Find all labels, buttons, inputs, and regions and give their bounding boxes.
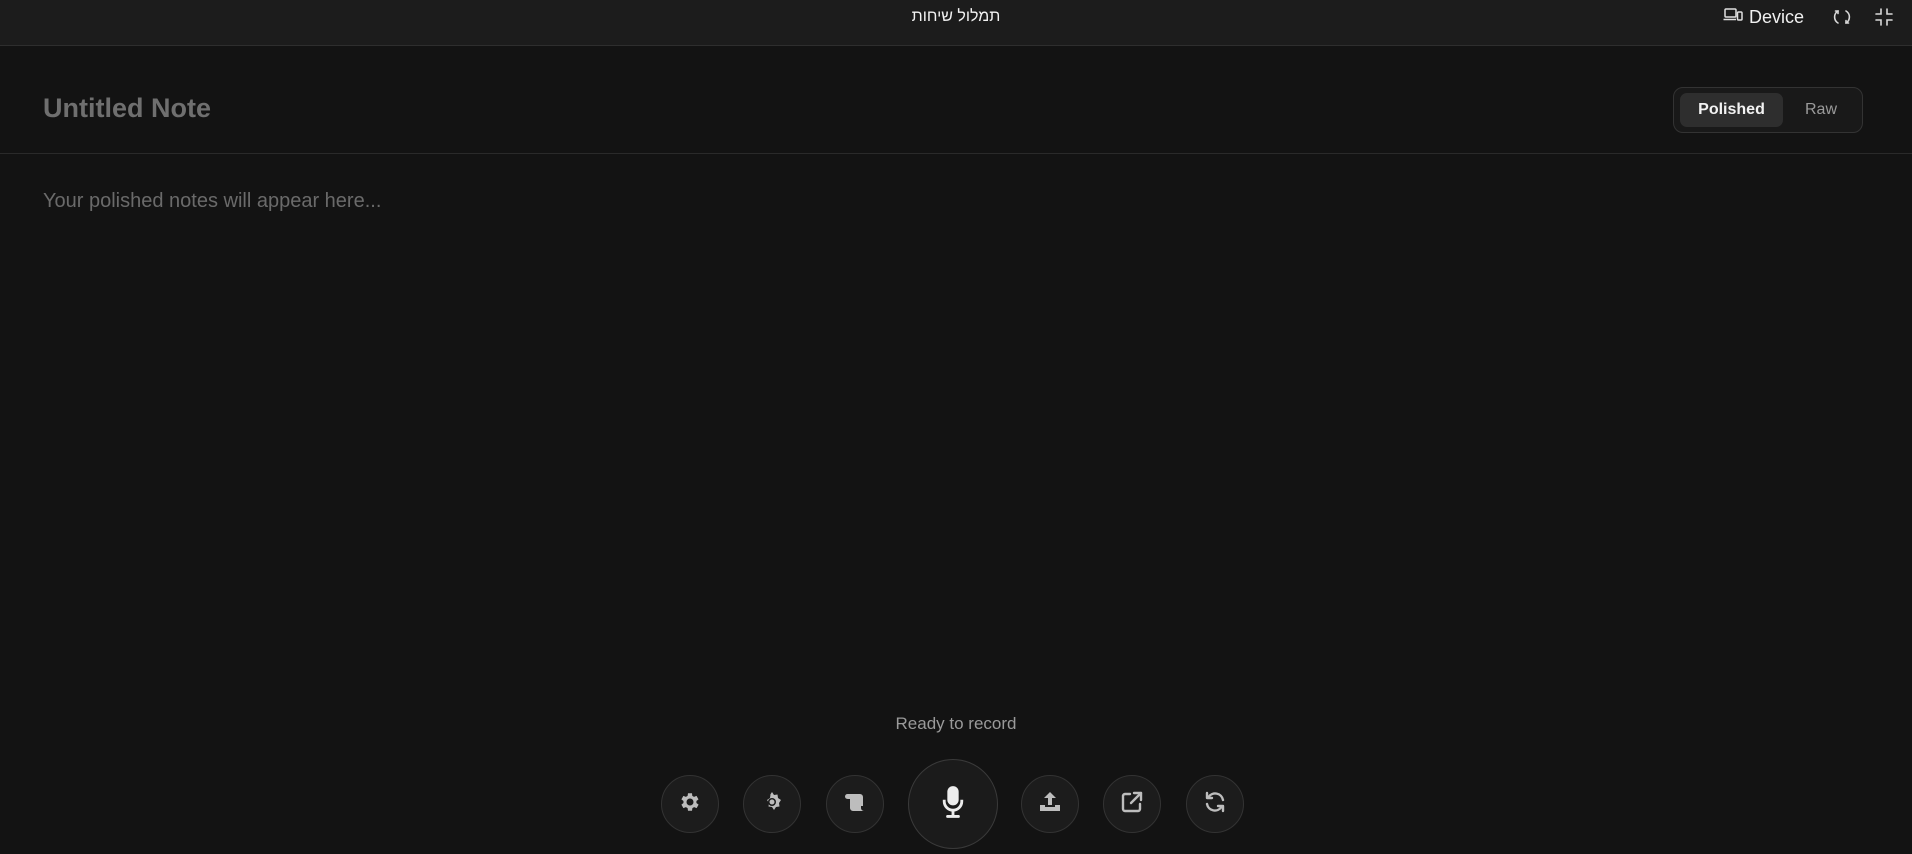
scroll-icon: [843, 790, 867, 819]
refresh-button[interactable]: [1186, 775, 1244, 833]
settings-button[interactable]: [661, 775, 719, 833]
recording-status: Ready to record: [895, 714, 1017, 733]
app-window: תמלול שיחות Device Untitled Note Polishe…: [0, 0, 1912, 854]
exit-fullscreen-icon[interactable]: [1874, 7, 1894, 27]
record-button[interactable]: [908, 759, 998, 849]
transcript-button[interactable]: [826, 775, 884, 833]
device-label: Device: [1749, 6, 1805, 27]
theme-gear-icon: [760, 790, 784, 819]
note-title[interactable]: Untitled Note: [43, 93, 211, 124]
external-link-icon: [1120, 790, 1144, 819]
device-icon: [1723, 7, 1743, 28]
rotate-icon[interactable]: [1832, 7, 1852, 27]
upload-icon: [1038, 790, 1062, 819]
upload-button[interactable]: [1021, 775, 1079, 833]
export-button[interactable]: [1103, 775, 1161, 833]
window-title: תמלול שיחות: [911, 8, 1001, 25]
refresh-icon: [1203, 790, 1227, 819]
device-button[interactable]: Device: [1723, 0, 1804, 34]
note-header: Untitled Note Polished Raw: [0, 46, 1912, 154]
top-bar: תמלול שיחות Device: [0, 0, 1912, 46]
microphone-icon: [939, 785, 967, 824]
toggle-raw[interactable]: Raw: [1786, 93, 1856, 127]
toggle-polished[interactable]: Polished: [1680, 93, 1783, 127]
note-body-placeholder[interactable]: Your polished notes will appear here...: [43, 190, 381, 213]
view-toggle: Polished Raw: [1673, 87, 1863, 133]
theme-button[interactable]: [743, 775, 801, 833]
settings-icon: [678, 790, 702, 819]
